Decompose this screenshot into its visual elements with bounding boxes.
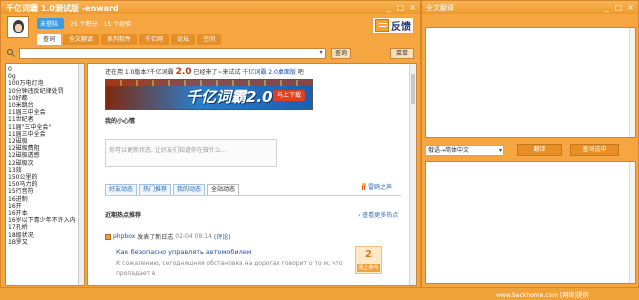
search-row: ▾ 查询 菜单 (5, 47, 417, 61)
user-icon (105, 233, 111, 240)
post-author-link[interactable]: phpbox (113, 233, 135, 240)
user-experience: 15 个经验 (103, 21, 132, 28)
menu-button[interactable]: 菜单 (390, 48, 414, 59)
tab-lookup[interactable]: 查词 (37, 34, 62, 45)
post-title-link[interactable]: Как безопасно управлять автомобилем (116, 248, 252, 256)
language-select-value: 俄语→简体中文 (428, 147, 470, 154)
word-list-item[interactable]: 10好都 (8, 95, 84, 102)
feedback-label: 反馈 (391, 22, 411, 33)
avatar[interactable] (7, 16, 29, 38)
search-input[interactable] (19, 48, 326, 59)
ribbon-link-label: 雷鸥之声 (368, 184, 393, 191)
translate-close-button[interactable]: × (626, 3, 635, 12)
search-button[interactable]: 查询 (331, 48, 351, 59)
translate-window-controls: _ □ × (602, 3, 635, 12)
word-list-item[interactable]: 13效 (8, 167, 84, 174)
word-list-item[interactable]: 18级状况 (8, 232, 84, 239)
status-input[interactable]: 你可以更新状态, 让好友们知道你在做什么... (105, 139, 277, 167)
word-list-item[interactable]: 1B罗又 (8, 239, 84, 246)
promo-suffix: 吧 (297, 69, 304, 76)
tab-series-software[interactable]: 系列软件 (101, 34, 138, 45)
user-points: 25 个积分 (70, 21, 98, 28)
word-list-item[interactable]: 11世纪者 (8, 116, 84, 123)
word-list-item[interactable]: 11届三中全会 (8, 131, 84, 138)
word-list-item[interactable]: 16开 (8, 203, 84, 210)
main-window-title: 千亿词霸 1.0测试版 -enward (6, 4, 119, 13)
promo-prefix: 还在用 1.0版本?千亿词霸 (105, 69, 174, 76)
avatar-face (15, 24, 22, 32)
login-status-badge[interactable]: 未登陆 (37, 18, 65, 29)
tab-qianyi-net[interactable]: 千亿网 (139, 34, 170, 45)
main-nav: 查词 全文翻译 系列软件 千亿网 论坛 空间 (37, 34, 222, 45)
banner-download-button[interactable]: 马上下载 (273, 90, 306, 101)
translate-titlebar[interactable]: 全文翻译 _ □ × (422, 1, 638, 14)
tab-space[interactable]: 空间 (197, 34, 222, 45)
minimize-button[interactable]: _ (384, 3, 393, 12)
vote-count: 2 (365, 249, 372, 260)
maximize-button[interactable]: □ (396, 3, 405, 12)
search-icon-handle (12, 54, 15, 57)
promo-link[interactable]: 千亿词霸 2.0桌面版 (242, 69, 295, 76)
vote-box: 2 我上参与 (355, 246, 382, 274)
content-scrollbar[interactable] (409, 64, 416, 285)
word-list-item[interactable]: 12磁极透感 (8, 152, 84, 159)
word-list: 0 0g 100万电灯泡 10分钟违反纪律处罚 10好都 10米跳台 11届三中全会 11世纪… (5, 63, 85, 286)
post-excerpt: К сожалению, сегодняшняя обстановка на д… (116, 260, 343, 277)
translate-window-title: 全文翻译 (426, 4, 454, 12)
result-scrollbar[interactable] (629, 162, 635, 283)
word-list-item[interactable]: 17孔桥 (8, 224, 84, 231)
hot-topics-heading: 近期热点推荐 (105, 212, 142, 219)
feed-tabs-divider (105, 195, 401, 196)
feedback-button[interactable]: 反馈 (372, 17, 414, 34)
translation-result-area[interactable] (425, 161, 636, 284)
feedback-icon (375, 19, 389, 32)
search-icon (5, 48, 17, 59)
ribbon-link[interactable]: 雷鸥之声 (361, 182, 392, 191)
promo-banner[interactable]: 千亿词霸2.0 马上下载 (105, 79, 313, 110)
vote-button[interactable]: 我上参与 (357, 264, 380, 272)
translate-button[interactable]: 翻译 (517, 144, 562, 156)
promo-version: 2.0 (175, 67, 192, 77)
word-list-item[interactable]: 15行音符 (8, 188, 84, 195)
banner-title: 千亿词霸2.0 (186, 88, 273, 106)
view-more-hot-link[interactable]: › 查看更多热点 (358, 210, 398, 219)
lookup-selection-button[interactable]: 查词选中 (570, 144, 619, 156)
source-text-scrollbar[interactable] (629, 28, 635, 137)
mood-heading: 我的小心情 (105, 118, 136, 125)
post-action: 发表了新日志 (137, 234, 174, 241)
word-list-item[interactable]: 100万电灯泡 (8, 80, 84, 87)
promo-line: 还在用 1.0版本?千亿词霸 2.0 已经来了~来试试 千亿词霸 2.0桌面版 … (105, 67, 304, 77)
translate-minimize-button[interactable]: _ (602, 3, 611, 12)
word-list-item[interactable]: 0 (8, 66, 84, 73)
word-list-item[interactable]: 16进制 (8, 196, 84, 203)
main-titlebar[interactable]: 千亿词霸 1.0测试版 -enward _ □ × (1, 1, 420, 14)
post-time: 02-04 08:14 (175, 233, 212, 240)
language-select[interactable]: 俄语→简体中文 ▾ (425, 145, 504, 156)
watermark: www.backhome.com [网络]提供 (496, 292, 589, 299)
chevron-down-icon: ▾ (498, 147, 502, 154)
source-text-area[interactable] (425, 27, 636, 138)
post-comment-link[interactable]: (评论) (214, 232, 231, 241)
word-list-items: 0 0g 100万电灯泡 10分钟违反纪律处罚 10好都 10米跳台 11届三中全会 11世纪… (6, 64, 84, 246)
main-window-controls: _ □ × (384, 3, 417, 12)
tab-full-translation[interactable]: 全文翻译 (63, 34, 100, 45)
user-info: 未登陆 25 个积分 15 个经验 (37, 18, 131, 29)
translate-maximize-button[interactable]: □ (614, 3, 623, 12)
word-list-item[interactable]: 10分钟违反纪律处罚 (8, 88, 84, 95)
tab-forum[interactable]: 论坛 (171, 34, 196, 45)
close-button[interactable]: × (408, 3, 417, 12)
search-dropdown-chevron-icon[interactable]: ▾ (317, 49, 325, 58)
word-list-scrollbar[interactable] (78, 64, 84, 285)
content-scroll-thumb[interactable] (411, 74, 415, 104)
promo-middle: 已经来了~来试试 (193, 69, 241, 76)
main-window: 千亿词霸 1.0测试版 -enward _ □ × 未登陆 25 个积分 15 … (0, 0, 421, 288)
word-list-item[interactable]: 11届"三中全会" (8, 124, 84, 131)
content-panel: 还在用 1.0版本?千亿词霸 2.0 已经来了~来试试 千亿词霸 2.0桌面版 … (87, 63, 417, 286)
ribbon-icon (361, 182, 367, 191)
translate-window: 全文翻译 _ □ × 俄语→简体中文 ▾ 翻译 查词选中 (421, 0, 639, 288)
word-list-item[interactable]: 12磁极次 (8, 160, 84, 167)
post-meta: phpbox 发表了新日志 02-04 08:14 (评论) (105, 232, 231, 241)
